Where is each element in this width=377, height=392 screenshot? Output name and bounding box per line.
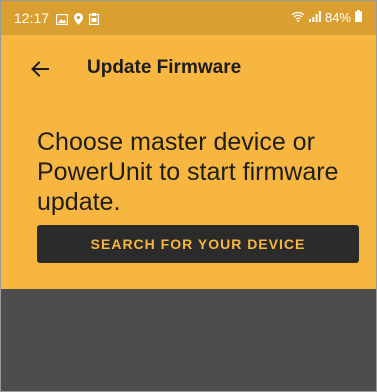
wifi-icon bbox=[291, 10, 305, 25]
location-pin-icon bbox=[74, 12, 83, 30]
lower-panel bbox=[1, 289, 376, 391]
search-device-button[interactable]: SEARCH FOR YOUR DEVICE bbox=[37, 225, 359, 263]
firmware-update-panel: Choose master device or PowerUnit to sta… bbox=[1, 103, 376, 289]
notification-icons bbox=[55, 12, 100, 30]
app-screen: 12:17 84% Update Firmware Choose master … bbox=[0, 0, 377, 392]
app-bar: Update Firmware bbox=[1, 35, 376, 103]
battery-percent: 84% bbox=[324, 10, 351, 25]
page-title: Update Firmware bbox=[87, 57, 242, 78]
gallery-icon bbox=[55, 12, 69, 30]
battery-icon bbox=[355, 10, 362, 25]
clipboard-icon bbox=[89, 12, 100, 30]
status-bar: 12:17 84% bbox=[1, 1, 376, 35]
signal-icon bbox=[308, 10, 321, 25]
status-time: 12:17 bbox=[14, 10, 50, 26]
system-icons: 84% bbox=[291, 10, 362, 25]
instruction-text: Choose master device or PowerUnit to sta… bbox=[37, 128, 339, 216]
back-arrow-icon bbox=[31, 61, 49, 77]
back-button[interactable] bbox=[26, 55, 54, 83]
